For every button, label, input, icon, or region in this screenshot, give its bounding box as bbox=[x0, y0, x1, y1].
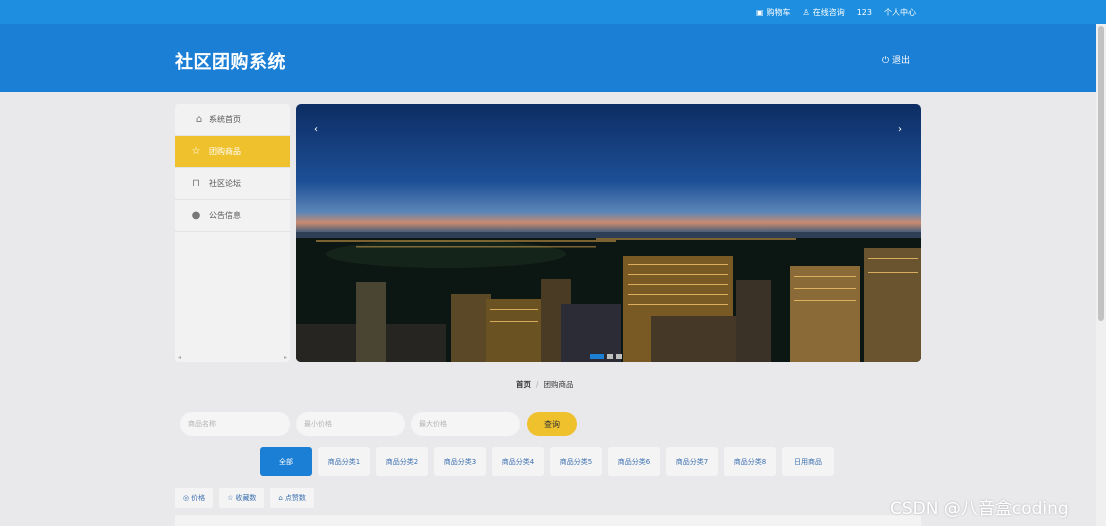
carousel-next-icon[interactable]: › bbox=[898, 124, 902, 135]
breadcrumb: 首页 / 团购商品 bbox=[516, 379, 574, 390]
sort-options: ◎ 价格 ☆ 收藏数 ⌂ 点赞数 bbox=[175, 488, 314, 508]
home-icon: ⌂ bbox=[195, 114, 203, 125]
category-tab[interactable]: 商品分类4 bbox=[492, 447, 544, 476]
power-icon: ⏻ bbox=[882, 56, 890, 66]
category-tab[interactable]: 日用商品 bbox=[782, 447, 834, 476]
top-bar: ▣ 购物车 ♙ 在线咨询 123 个人中心 bbox=[0, 0, 1106, 24]
star-icon: ☆ bbox=[227, 494, 234, 502]
thumb-up-icon: ⌂ bbox=[278, 494, 283, 502]
sidebar-item-forum[interactable]: ⊓ 社区论坛 bbox=[175, 168, 290, 200]
watermark: CSDN @八音盒coding bbox=[890, 499, 1069, 519]
price-icon: ◎ bbox=[183, 494, 190, 502]
username-link[interactable]: 123 bbox=[857, 8, 872, 17]
user-service-icon: ♙ bbox=[802, 7, 810, 17]
sort-by-favorites-button[interactable]: ☆ 收藏数 bbox=[219, 488, 265, 508]
carousel-dot[interactable] bbox=[616, 354, 622, 359]
carousel-dot[interactable] bbox=[607, 354, 613, 359]
carousel-indicators bbox=[590, 354, 622, 359]
city-skyline-image bbox=[296, 232, 921, 362]
breadcrumb-separator: / bbox=[536, 380, 539, 389]
bag-icon: ⊓ bbox=[192, 178, 200, 189]
site-title: 社区团购系统 bbox=[175, 52, 286, 73]
sidebar-item-notices[interactable]: ● 公告信息 bbox=[175, 200, 290, 232]
sort-by-price-button[interactable]: ◎ 价格 bbox=[175, 488, 214, 508]
category-tab[interactable]: 商品分类5 bbox=[550, 447, 602, 476]
breadcrumb-home[interactable]: 首页 bbox=[516, 380, 531, 389]
sidebar-item-label: 系统首页 bbox=[209, 115, 241, 124]
cart-icon: ▣ bbox=[755, 7, 764, 17]
sort-by-likes-button[interactable]: ⌂ 点赞数 bbox=[270, 488, 314, 508]
category-tab[interactable]: 商品分类2 bbox=[376, 447, 428, 476]
sidebar-item-label: 团购商品 bbox=[209, 147, 241, 156]
carousel-dot[interactable] bbox=[590, 354, 604, 359]
banner-carousel[interactable] bbox=[296, 104, 921, 362]
top-links: ▣ 购物车 ♙ 在线咨询 123 个人中心 bbox=[756, 0, 916, 24]
min-price-input[interactable] bbox=[296, 412, 405, 436]
category-tabs: 全部 商品分类1 商品分类2 商品分类3 商品分类4 商品分类5 商品分类6 商… bbox=[260, 447, 834, 476]
star-icon: ☆ bbox=[191, 146, 201, 157]
carousel-prev-icon[interactable]: ‹ bbox=[314, 124, 318, 135]
personal-center-link[interactable]: 个人中心 bbox=[884, 7, 916, 18]
page-scrollbar[interactable] bbox=[1096, 24, 1106, 526]
product-list-area bbox=[175, 515, 921, 526]
sidebar: ⌂ 系统首页 ☆ 团购商品 ⊓ 社区论坛 ● 公告信息 ◂ ▸ bbox=[175, 104, 290, 362]
product-name-input[interactable] bbox=[180, 412, 290, 436]
info-icon: ● bbox=[191, 210, 201, 221]
sidebar-item-label: 公告信息 bbox=[209, 211, 241, 220]
breadcrumb-current: 团购商品 bbox=[543, 380, 574, 389]
online-consult-link[interactable]: ♙ 在线咨询 bbox=[803, 7, 845, 18]
max-price-input[interactable] bbox=[411, 412, 520, 436]
category-tab-all[interactable]: 全部 bbox=[260, 447, 312, 476]
scroll-right-icon[interactable]: ▸ bbox=[284, 354, 287, 361]
category-tab[interactable]: 商品分类1 bbox=[318, 447, 370, 476]
category-tab[interactable]: 商品分类6 bbox=[608, 447, 660, 476]
category-tab[interactable]: 商品分类7 bbox=[666, 447, 718, 476]
sidebar-item-home[interactable]: ⌂ 系统首页 bbox=[175, 104, 290, 136]
header: 社区团购系统 ⏻ 退出 bbox=[0, 24, 1106, 92]
cart-link[interactable]: ▣ 购物车 bbox=[756, 7, 791, 18]
sidebar-item-label: 社区论坛 bbox=[209, 179, 241, 188]
sidebar-scrollbar[interactable]: ◂ ▸ bbox=[175, 354, 290, 362]
scrollbar-thumb[interactable] bbox=[1098, 26, 1104, 321]
scroll-left-icon[interactable]: ◂ bbox=[178, 354, 181, 361]
search-button[interactable]: 查询 bbox=[527, 412, 577, 436]
category-tab[interactable]: 商品分类3 bbox=[434, 447, 486, 476]
category-tab[interactable]: 商品分类8 bbox=[724, 447, 776, 476]
logout-button[interactable]: ⏻ 退出 bbox=[882, 53, 910, 66]
sidebar-item-group-products[interactable]: ☆ 团购商品 bbox=[175, 136, 290, 168]
